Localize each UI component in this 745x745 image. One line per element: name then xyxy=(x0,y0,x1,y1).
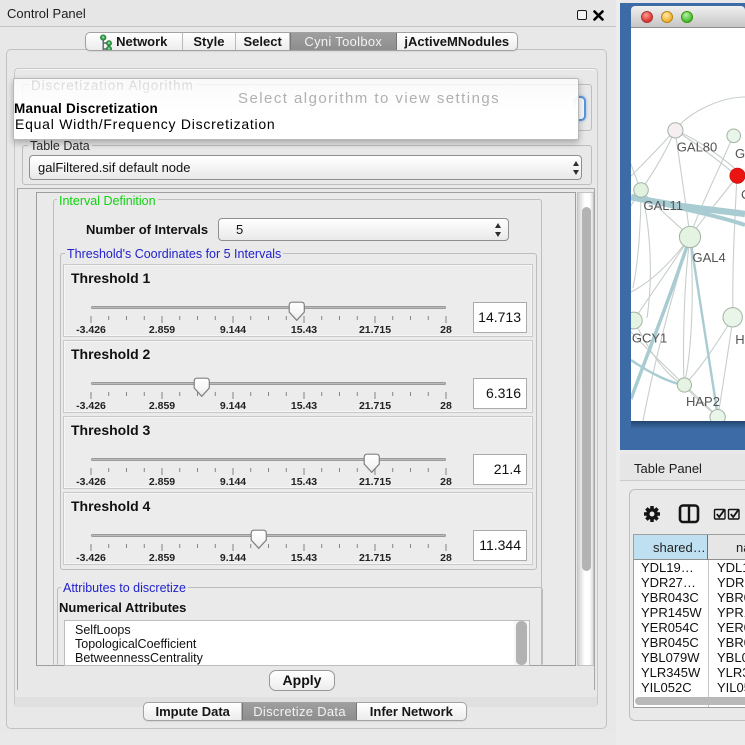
svg-text:2.859: 2.859 xyxy=(149,476,175,488)
svg-text:9.144: 9.144 xyxy=(220,552,246,564)
svg-text:28: 28 xyxy=(440,476,452,488)
svg-text:-3.426: -3.426 xyxy=(76,476,106,488)
svg-text:15.43: 15.43 xyxy=(291,400,317,412)
svg-text:H: H xyxy=(735,332,744,347)
svg-text:9.144: 9.144 xyxy=(220,476,246,488)
svg-text:9.144: 9.144 xyxy=(220,324,246,336)
svg-text:-3.426: -3.426 xyxy=(76,552,106,564)
svg-text:28: 28 xyxy=(440,552,452,564)
svg-text:GAL4: GAL4 xyxy=(693,250,726,265)
svg-text:15.43: 15.43 xyxy=(291,476,317,488)
svg-text:GCY1: GCY1 xyxy=(632,331,667,346)
svg-text:C: C xyxy=(741,187,745,202)
svg-text:GAL11: GAL11 xyxy=(644,198,684,213)
svg-text:-3.426: -3.426 xyxy=(76,400,106,412)
svg-text:9.144: 9.144 xyxy=(220,400,246,412)
svg-text:21.715: 21.715 xyxy=(359,552,391,564)
svg-text:HAP2: HAP2 xyxy=(686,394,720,409)
svg-text:28: 28 xyxy=(440,400,452,412)
svg-text:21.715: 21.715 xyxy=(359,324,391,336)
svg-text:15.43: 15.43 xyxy=(291,324,317,336)
svg-text:21.715: 21.715 xyxy=(359,400,391,412)
svg-text:28: 28 xyxy=(440,324,452,336)
svg-text:2.859: 2.859 xyxy=(149,552,175,564)
svg-text:-3.426: -3.426 xyxy=(76,324,106,336)
svg-text:2.859: 2.859 xyxy=(149,324,175,336)
svg-text:GAL80: GAL80 xyxy=(677,140,717,155)
svg-text:2.859: 2.859 xyxy=(149,400,175,412)
svg-text:21.715: 21.715 xyxy=(359,476,391,488)
svg-text:G.: G. xyxy=(735,146,745,161)
svg-text:15.43: 15.43 xyxy=(291,552,317,564)
